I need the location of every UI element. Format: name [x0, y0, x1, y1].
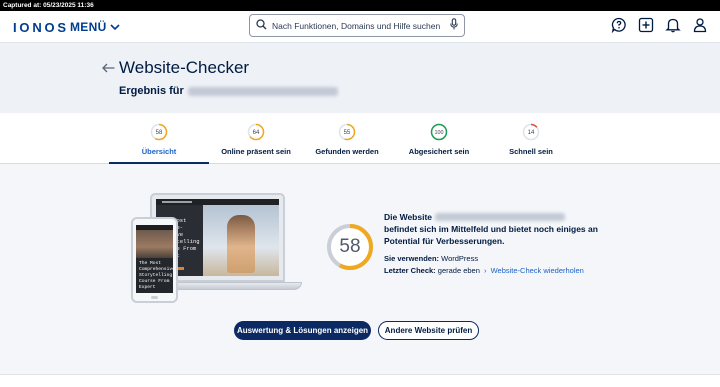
svg-text:64: 64: [253, 130, 260, 136]
recheck-link[interactable]: Website-Check wiederholen: [491, 266, 584, 275]
overall-score: 58: [339, 236, 361, 257]
tab-label: Schnell sein: [509, 147, 553, 156]
category-tabs: 58 Übersicht 64 Online präsent sein 55 G…: [0, 113, 720, 164]
preview-headline: The Most Comprehensive Storytelling Cour…: [139, 261, 173, 290]
result-overview: The Most Compre- hensive Storytelling Co…: [0, 165, 720, 387]
cms-value: WordPress: [441, 254, 479, 263]
result-prefix: Ergebnis für: [119, 85, 184, 97]
last-check-label: Letzter Check:: [384, 266, 436, 275]
svg-text:58: 58: [156, 130, 163, 136]
svg-text:55: 55: [344, 130, 351, 136]
result-summary: Die Website befindet sich im Mittelfeld …: [384, 211, 614, 277]
ionos-logo[interactable]: IONOS: [13, 20, 69, 35]
add-icon[interactable]: [638, 17, 654, 33]
tab-label: Übersicht: [141, 147, 177, 156]
check-other-website-button[interactable]: Andere Website prüfen: [378, 321, 479, 340]
phone-home-button: [151, 296, 158, 299]
last-check-info: Letzter Check: gerade eben › Website-Che…: [384, 265, 614, 277]
score-badge: 58: [150, 123, 168, 141]
search-field[interactable]: Nach Funktionen, Domains und Hilfe suche…: [249, 14, 465, 37]
top-navigation: IONOS MENÜ Nach Funktionen, Domains und …: [0, 11, 720, 43]
summary-prefix: Die Website: [384, 212, 433, 222]
cms-info: Sie verwenden: WordPress: [384, 253, 614, 265]
score-badge: 100: [430, 123, 448, 141]
menu-button[interactable]: MENÜ: [70, 20, 120, 34]
score-badge: 64: [247, 123, 265, 141]
tab-label: Gefunden werden: [315, 147, 379, 156]
cms-label: Sie verwenden:: [384, 254, 440, 263]
score-badge: 55: [338, 123, 356, 141]
capture-timestamp: Captured at: 05/23/2025 11:36: [0, 0, 720, 11]
help-chat-icon[interactable]: [611, 17, 627, 33]
search-icon: [256, 17, 267, 35]
menu-label: MENÜ: [70, 20, 107, 34]
svg-text:100: 100: [435, 130, 444, 136]
tab-be-found[interactable]: 55 Gefunden werden: [297, 113, 397, 164]
redacted-domain: [187, 86, 338, 96]
microphone-icon[interactable]: [450, 17, 458, 35]
summary-line-2: befindet sich im Mittelfeld und bietet n…: [384, 224, 598, 234]
preview-person-image: [136, 230, 173, 258]
page-header: Website-Checker Ergebnis für: [0, 43, 720, 113]
search-input[interactable]: Nach Funktionen, Domains und Hilfe suche…: [272, 21, 450, 31]
summary-line-1: Die Website: [384, 211, 614, 223]
preview-person-image: [227, 215, 256, 273]
back-arrow-icon[interactable]: [102, 60, 115, 78]
next-section: [0, 375, 720, 387]
redacted-domain: [435, 213, 566, 221]
svg-text:14: 14: [528, 130, 535, 136]
score-badge: 14: [522, 123, 540, 141]
show-results-button[interactable]: Auswertung & Lösungen anzeigen: [234, 321, 371, 340]
user-icon[interactable]: [692, 17, 708, 33]
summary-line-3: Potential für Verbesserungen.: [384, 236, 505, 246]
tab-speed[interactable]: 14 Schnell sein: [481, 113, 581, 164]
tab-online-presence[interactable]: 64 Online präsent sein: [206, 113, 306, 164]
bell-icon[interactable]: [665, 17, 681, 33]
mobile-screenshot: The Most Comprehensive Storytelling Cour…: [136, 225, 173, 293]
tab-label: Online präsent sein: [221, 147, 291, 156]
last-check-value: gerade eben: [437, 266, 480, 275]
tab-label: Abgesichert sein: [408, 147, 470, 156]
phone-preview: The Most Comprehensive Storytelling Cour…: [131, 217, 178, 303]
chevron-down-icon: [109, 20, 120, 34]
chevron-right-icon: ›: [484, 266, 487, 275]
tab-security[interactable]: 100 Abgesichert sein: [389, 113, 489, 164]
result-heading: Ergebnis für: [119, 85, 338, 97]
tab-overview[interactable]: 58 Übersicht: [109, 113, 209, 164]
page-title: Website-Checker: [119, 58, 250, 77]
header-actions: [611, 17, 708, 33]
